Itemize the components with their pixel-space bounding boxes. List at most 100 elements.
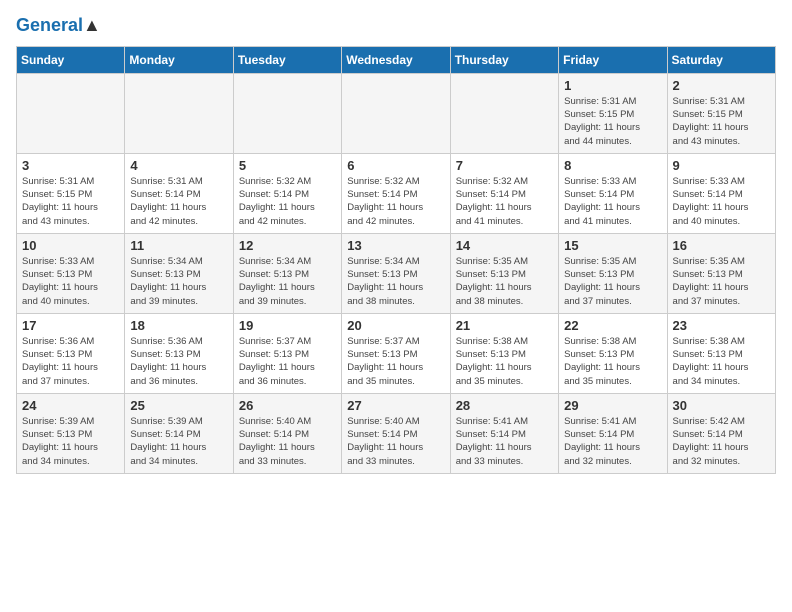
day-number: 8 xyxy=(564,158,661,173)
day-number: 5 xyxy=(239,158,336,173)
day-number: 12 xyxy=(239,238,336,253)
day-number: 2 xyxy=(673,78,770,93)
day-header-wednesday: Wednesday xyxy=(342,46,450,73)
day-info: Sunrise: 5:33 AM Sunset: 5:13 PM Dayligh… xyxy=(22,255,119,308)
day-info: Sunrise: 5:39 AM Sunset: 5:13 PM Dayligh… xyxy=(22,415,119,468)
calendar-cell: 20 Sunrise: 5:37 AM Sunset: 5:13 PM Dayli… xyxy=(342,313,450,393)
calendar-cell: 8 Sunrise: 5:33 AM Sunset: 5:14 PM Daylig… xyxy=(559,153,667,233)
calendar-cell: 24 Sunrise: 5:39 AM Sunset: 5:13 PM Dayli… xyxy=(17,393,125,473)
day-info: Sunrise: 5:40 AM Sunset: 5:14 PM Dayligh… xyxy=(347,415,444,468)
day-info: Sunrise: 5:39 AM Sunset: 5:14 PM Dayligh… xyxy=(130,415,227,468)
day-info: Sunrise: 5:37 AM Sunset: 5:13 PM Dayligh… xyxy=(239,335,336,388)
day-info: Sunrise: 5:34 AM Sunset: 5:13 PM Dayligh… xyxy=(130,255,227,308)
calendar-cell: 15 Sunrise: 5:35 AM Sunset: 5:13 PM Dayli… xyxy=(559,233,667,313)
day-info: Sunrise: 5:35 AM Sunset: 5:13 PM Dayligh… xyxy=(564,255,661,308)
day-info: Sunrise: 5:32 AM Sunset: 5:14 PM Dayligh… xyxy=(239,175,336,228)
day-number: 27 xyxy=(347,398,444,413)
calendar-cell: 23 Sunrise: 5:38 AM Sunset: 5:13 PM Dayli… xyxy=(667,313,775,393)
day-info: Sunrise: 5:41 AM Sunset: 5:14 PM Dayligh… xyxy=(564,415,661,468)
day-info: Sunrise: 5:33 AM Sunset: 5:14 PM Dayligh… xyxy=(564,175,661,228)
day-info: Sunrise: 5:31 AM Sunset: 5:15 PM Dayligh… xyxy=(564,95,661,148)
calendar-cell: 4 Sunrise: 5:31 AM Sunset: 5:14 PM Daylig… xyxy=(125,153,233,233)
day-number: 21 xyxy=(456,318,553,333)
calendar-cell: 3 Sunrise: 5:31 AM Sunset: 5:15 PM Daylig… xyxy=(17,153,125,233)
day-number: 26 xyxy=(239,398,336,413)
page-header: General▲ xyxy=(16,16,776,36)
day-number: 25 xyxy=(130,398,227,413)
calendar-cell xyxy=(450,73,558,153)
day-info: Sunrise: 5:31 AM Sunset: 5:14 PM Dayligh… xyxy=(130,175,227,228)
day-number: 7 xyxy=(456,158,553,173)
day-info: Sunrise: 5:40 AM Sunset: 5:14 PM Dayligh… xyxy=(239,415,336,468)
calendar-cell: 1 Sunrise: 5:31 AM Sunset: 5:15 PM Daylig… xyxy=(559,73,667,153)
calendar-cell: 16 Sunrise: 5:35 AM Sunset: 5:13 PM Dayli… xyxy=(667,233,775,313)
day-number: 20 xyxy=(347,318,444,333)
calendar-cell: 13Sunrise: 5:34 AM Sunset: 5:13 PM Dayli… xyxy=(342,233,450,313)
calendar-cell: 26 Sunrise: 5:40 AM Sunset: 5:14 PM Dayli… xyxy=(233,393,341,473)
day-header-monday: Monday xyxy=(125,46,233,73)
day-number: 15 xyxy=(564,238,661,253)
calendar-cell: 25 Sunrise: 5:39 AM Sunset: 5:14 PM Dayli… xyxy=(125,393,233,473)
day-number: 19 xyxy=(239,318,336,333)
day-info: Sunrise: 5:36 AM Sunset: 5:13 PM Dayligh… xyxy=(22,335,119,388)
calendar-cell: 14 Sunrise: 5:35 AM Sunset: 5:13 PM Dayli… xyxy=(450,233,558,313)
day-info: Sunrise: 5:31 AM Sunset: 5:15 PM Dayligh… xyxy=(22,175,119,228)
day-number: 4 xyxy=(130,158,227,173)
day-info: Sunrise: 5:37 AM Sunset: 5:13 PM Dayligh… xyxy=(347,335,444,388)
day-info: Sunrise: 5:35 AM Sunset: 5:13 PM Dayligh… xyxy=(456,255,553,308)
day-number: 9 xyxy=(673,158,770,173)
day-number: 14 xyxy=(456,238,553,253)
calendar-cell: 5 Sunrise: 5:32 AM Sunset: 5:14 PM Daylig… xyxy=(233,153,341,233)
day-header-friday: Friday xyxy=(559,46,667,73)
calendar-cell: 12 Sunrise: 5:34 AM Sunset: 5:13 PM Dayli… xyxy=(233,233,341,313)
day-header-tuesday: Tuesday xyxy=(233,46,341,73)
calendar-cell: 10 Sunrise: 5:33 AM Sunset: 5:13 PM Dayli… xyxy=(17,233,125,313)
calendar-table: SundayMondayTuesdayWednesdayThursdayFrid… xyxy=(16,46,776,474)
calendar-cell: 22Sunrise: 5:38 AM Sunset: 5:13 PM Dayli… xyxy=(559,313,667,393)
calendar-cell xyxy=(17,73,125,153)
day-number: 10 xyxy=(22,238,119,253)
logo: General▲ xyxy=(16,16,101,36)
day-number: 23 xyxy=(673,318,770,333)
day-header-saturday: Saturday xyxy=(667,46,775,73)
day-header-sunday: Sunday xyxy=(17,46,125,73)
day-number: 1 xyxy=(564,78,661,93)
calendar-cell: 6 Sunrise: 5:32 AM Sunset: 5:14 PM Daylig… xyxy=(342,153,450,233)
day-info: Sunrise: 5:33 AM Sunset: 5:14 PM Dayligh… xyxy=(673,175,770,228)
day-number: 24 xyxy=(22,398,119,413)
day-number: 16 xyxy=(673,238,770,253)
logo-top: General▲ xyxy=(16,16,101,36)
day-number: 28 xyxy=(456,398,553,413)
calendar-cell xyxy=(125,73,233,153)
calendar-header-row: SundayMondayTuesdayWednesdayThursdayFrid… xyxy=(17,46,776,73)
calendar-cell: 30Sunrise: 5:42 AM Sunset: 5:14 PM Dayli… xyxy=(667,393,775,473)
calendar-cell: 29 Sunrise: 5:41 AM Sunset: 5:14 PM Dayli… xyxy=(559,393,667,473)
calendar-cell: 19 Sunrise: 5:37 AM Sunset: 5:13 PM Dayli… xyxy=(233,313,341,393)
calendar-cell xyxy=(233,73,341,153)
day-info: Sunrise: 5:35 AM Sunset: 5:13 PM Dayligh… xyxy=(673,255,770,308)
day-info: Sunrise: 5:38 AM Sunset: 5:13 PM Dayligh… xyxy=(673,335,770,388)
day-info: Sunrise: 5:38 AM Sunset: 5:13 PM Dayligh… xyxy=(456,335,553,388)
day-number: 6 xyxy=(347,158,444,173)
day-info: Sunrise: 5:32 AM Sunset: 5:14 PM Dayligh… xyxy=(347,175,444,228)
day-number: 13 xyxy=(347,238,444,253)
calendar-cell: 7 Sunrise: 5:32 AM Sunset: 5:14 PM Daylig… xyxy=(450,153,558,233)
day-number: 18 xyxy=(130,318,227,333)
day-info: Sunrise: 5:32 AM Sunset: 5:14 PM Dayligh… xyxy=(456,175,553,228)
day-info: Sunrise: 5:34 AM Sunset: 5:13 PM Dayligh… xyxy=(239,255,336,308)
day-info: Sunrise: 5:42 AM Sunset: 5:14 PM Dayligh… xyxy=(673,415,770,468)
calendar-cell: 17 Sunrise: 5:36 AM Sunset: 5:13 PM Dayli… xyxy=(17,313,125,393)
calendar-week-4: 17 Sunrise: 5:36 AM Sunset: 5:13 PM Dayli… xyxy=(17,313,776,393)
calendar-week-5: 24 Sunrise: 5:39 AM Sunset: 5:13 PM Dayli… xyxy=(17,393,776,473)
calendar-week-1: 1 Sunrise: 5:31 AM Sunset: 5:15 PM Daylig… xyxy=(17,73,776,153)
day-number: 29 xyxy=(564,398,661,413)
day-info: Sunrise: 5:31 AM Sunset: 5:15 PM Dayligh… xyxy=(673,95,770,148)
logo-general: General xyxy=(16,15,83,35)
day-number: 3 xyxy=(22,158,119,173)
calendar-cell: 27 Sunrise: 5:40 AM Sunset: 5:14 PM Dayli… xyxy=(342,393,450,473)
calendar-cell: 9 Sunrise: 5:33 AM Sunset: 5:14 PM Daylig… xyxy=(667,153,775,233)
calendar-cell: 11Sunrise: 5:34 AM Sunset: 5:13 PM Dayli… xyxy=(125,233,233,313)
day-number: 17 xyxy=(22,318,119,333)
day-info: Sunrise: 5:41 AM Sunset: 5:14 PM Dayligh… xyxy=(456,415,553,468)
day-info: Sunrise: 5:36 AM Sunset: 5:13 PM Dayligh… xyxy=(130,335,227,388)
